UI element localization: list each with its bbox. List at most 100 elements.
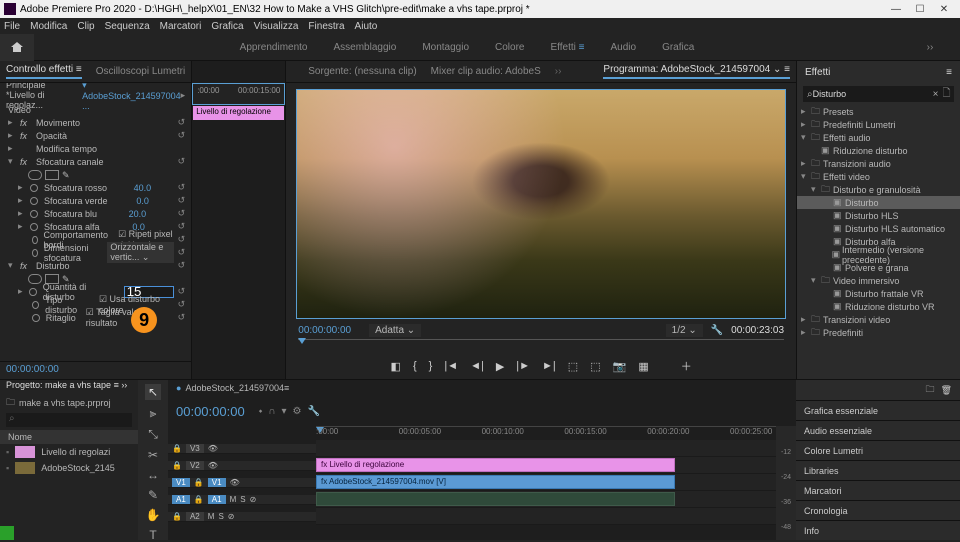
panel-info[interactable]: Info — [796, 520, 960, 540]
ws-assemblaggio[interactable]: Assemblaggio — [334, 42, 397, 53]
step-fwd-button[interactable]: |► — [516, 360, 530, 372]
ritaglio-check[interactable]: ☑ Taglia valori risultato — [86, 307, 174, 328]
compare-button[interactable]: ▦ — [638, 360, 648, 373]
export-frame-button[interactable]: 📷 — [613, 360, 627, 373]
marker-icon[interactable]: ▾ — [281, 406, 286, 417]
effects-tree-item[interactable]: ▣Disturbo HLS automatico — [797, 222, 960, 235]
mark-clip-button[interactable]: } — [429, 360, 433, 372]
go-out-button[interactable]: ►| — [542, 360, 556, 372]
fx-movimento[interactable]: Movimento — [36, 118, 80, 128]
ripple-tool[interactable]: ⤡ — [148, 427, 158, 442]
dim-select[interactable]: Orizzontale e vertic... ⌄ — [107, 242, 173, 263]
minimize-button[interactable]: — — [884, 4, 908, 15]
zoom-select[interactable]: 1/2 ⌄ — [666, 324, 703, 337]
wrench-icon[interactable]: 🔧 — [711, 325, 723, 336]
effects-tree-item[interactable]: ▾🗀Effetti audio — [797, 131, 960, 144]
effects-tree-item[interactable]: ▾🗀Video immersivo — [797, 274, 960, 287]
tab-effetti[interactable]: Effetti — [805, 67, 830, 78]
panel-audio[interactable]: Audio essenziale — [796, 420, 960, 440]
fx-tempo[interactable]: Modifica tempo — [36, 144, 97, 154]
track-v1[interactable]: V1🔒V1👁fx AdobeStock_214597004.mov [V] — [168, 474, 776, 491]
track-v2[interactable]: 🔒V2👁fx Livello di regolazione — [168, 457, 776, 474]
go-in-button[interactable]: |◄ — [444, 360, 458, 372]
menu-marcatori[interactable]: Marcatori — [160, 21, 202, 32]
track-a1[interactable]: A1🔒A1MS⊘ — [168, 491, 776, 508]
tab-lumetri-scopes[interactable]: Oscilloscopi Lumetri — [96, 66, 185, 77]
mark-out-button[interactable]: { — [413, 360, 417, 372]
clip-audio[interactable] — [316, 492, 675, 506]
track-a2[interactable]: 🔒A2MS⊘ — [168, 508, 776, 525]
slip-tool[interactable]: ↔ — [147, 468, 159, 482]
trash-icon[interactable]: 🗑 — [941, 385, 952, 396]
hand-tool[interactable]: ✋ — [146, 508, 161, 522]
project-search[interactable]: ⌕ — [6, 413, 132, 427]
settings-icon[interactable]: ⚙ — [293, 406, 302, 417]
effects-search-input[interactable] — [813, 89, 930, 99]
new-bin-icon[interactable]: 🗋 — [942, 86, 950, 103]
workspace-overflow[interactable]: ›› — [900, 42, 960, 53]
sfocatura-blu-value[interactable]: 20.0 — [129, 209, 147, 219]
tab-programma[interactable]: Programma: AdobeStock_214597004 ⌄ ≡ — [603, 64, 790, 79]
home-button[interactable] — [0, 34, 34, 61]
lift-button[interactable]: ⬚ — [568, 360, 578, 373]
clip-adjustment[interactable]: fx Livello di regolazione — [316, 458, 675, 472]
reset-icon[interactable]: ↺ — [178, 117, 186, 128]
timeline-timecode[interactable]: 00:00:00:00 — [176, 404, 245, 419]
fit-select[interactable]: Adatta ⌄ — [369, 324, 421, 337]
fx-disturbo[interactable]: Disturbo — [36, 261, 70, 271]
ws-audio[interactable]: Audio — [611, 42, 637, 53]
selection-tool[interactable]: ↖ — [145, 384, 161, 400]
extract-button[interactable]: ⬚ — [590, 360, 600, 373]
add-button[interactable]: ＋ — [681, 358, 692, 374]
project-item[interactable]: ▪AdobeStock_2145 — [0, 460, 138, 476]
clip-video[interactable]: fx AdobeStock_214597004.mov [V] — [316, 475, 675, 489]
adjustment-clip[interactable]: Livello di regolazione — [193, 106, 284, 120]
playhead-icon[interactable] — [298, 338, 306, 344]
ws-grafica[interactable]: Grafica — [662, 42, 694, 53]
menu-sequenza[interactable]: Sequenza — [105, 21, 150, 32]
menu-finestra[interactable]: Finestra — [308, 21, 344, 32]
ws-apprendimento[interactable]: Apprendimento — [240, 42, 308, 53]
program-monitor[interactable] — [296, 89, 786, 319]
clear-search-button[interactable]: × — [933, 89, 939, 100]
mask-icons[interactable]: ✎ — [28, 170, 76, 180]
effects-tree-item[interactable]: ▣Intermedio (versione precedente) — [797, 248, 960, 261]
timeline-ruler[interactable]: :00:00 00:00:05:00 00:00:10:00 00:00:15:… — [168, 426, 776, 440]
tab-controllo-effetti[interactable]: Controllo effetti ≡ — [6, 64, 82, 79]
play-button[interactable]: ▶ — [496, 360, 504, 373]
program-ruler[interactable] — [298, 339, 784, 353]
panel-cronologia[interactable]: Cronologia — [796, 500, 960, 520]
reset-icon[interactable]: ↺ — [178, 156, 186, 167]
effects-tree-item[interactable]: ▣Disturbo HLS — [797, 209, 960, 222]
fx-opacita[interactable]: Opacità — [36, 131, 67, 141]
track-v3[interactable]: 🔒V3👁 — [168, 440, 776, 457]
menu-aiuto[interactable]: Aiuto — [355, 21, 378, 32]
menu-grafica[interactable]: Grafica — [211, 21, 243, 32]
project-column-header[interactable]: Nome — [0, 430, 138, 444]
snap-icon[interactable]: ⬩ — [259, 406, 263, 417]
effects-tree-item[interactable]: ▸🗀Predefiniti — [797, 326, 960, 339]
panel-grafica[interactable]: Grafica essenziale — [796, 400, 960, 420]
sequence-tab[interactable]: AdobeStock_214597004 — [185, 383, 284, 393]
wrench-icon[interactable]: 🔧 — [307, 406, 319, 417]
tab-mixer[interactable]: Mixer clip audio: AdobeS — [431, 66, 541, 77]
effects-tree[interactable]: ▸🗀Presets▸🗀Predefiniti Lumetri▾🗀Effetti … — [797, 105, 960, 379]
pen-tool[interactable]: ✎ — [148, 488, 158, 502]
tab-sorgente[interactable]: Sorgente: (nessuna clip) — [308, 66, 416, 77]
folder-icon[interactable]: 🗀 — [926, 382, 935, 398]
menu-modifica[interactable]: Modifica — [30, 21, 67, 32]
project-item[interactable]: ▪Livello di regolazi — [0, 444, 138, 460]
panel-lumetri[interactable]: Colore Lumetri — [796, 440, 960, 460]
link-icon[interactable]: ∩ — [268, 406, 275, 417]
effect-ruler[interactable]: :00:0000:00:15:00 — [192, 83, 285, 105]
step-back-button[interactable]: ◄| — [470, 360, 484, 372]
track-select-tool[interactable]: ⫸ — [150, 406, 157, 421]
effects-tree-item[interactable]: ▣Disturbo frattale VR — [797, 287, 960, 300]
maximize-button[interactable]: ☐ — [908, 4, 932, 15]
fx-sfocatura[interactable]: Sfocatura canale — [36, 157, 104, 167]
source-link[interactable]: ▾ AdobeStock_214597004 ... — [82, 83, 181, 111]
ws-effetti[interactable]: Effetti ≡ — [550, 42, 584, 53]
menu-file[interactable]: File — [4, 21, 20, 32]
tab-progetto[interactable]: Progetto: make a vhs tape — [6, 380, 111, 390]
program-tc-left[interactable]: 00:00:00:00 — [298, 325, 351, 336]
